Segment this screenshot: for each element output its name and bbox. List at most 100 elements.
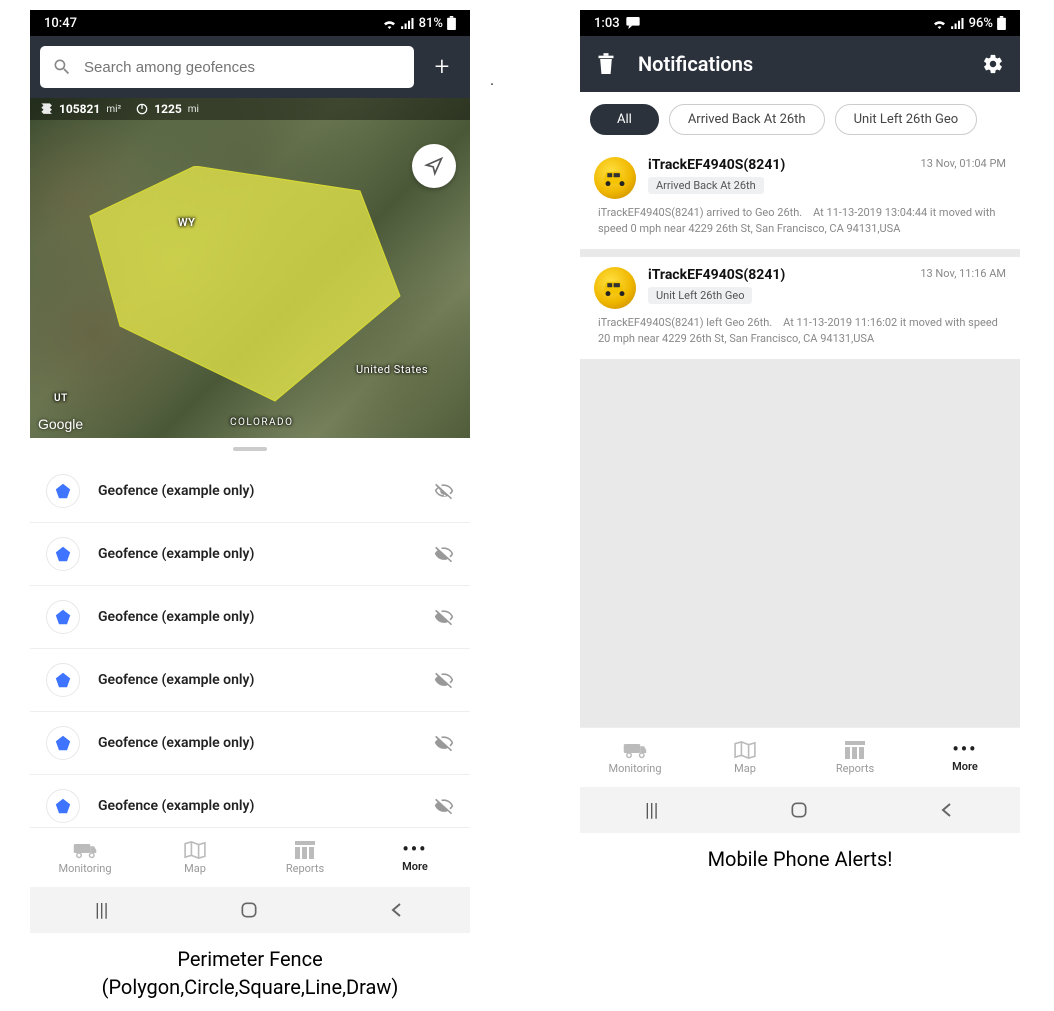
card-timestamp: 13 Nov, 01:04 PM — [921, 157, 1006, 199]
notifications-header: Notifications — [580, 36, 1020, 92]
nav-map[interactable]: Map — [140, 828, 250, 887]
location-arrow-icon — [424, 156, 444, 176]
google-attribution: Google — [38, 416, 83, 432]
pentagon-icon — [46, 537, 80, 571]
battery-icon — [997, 16, 1006, 30]
wifi-icon — [382, 18, 397, 29]
card-tag: Arrived Back At 26th — [648, 177, 764, 194]
geofence-label: Geofence (example only) — [98, 735, 416, 751]
nav-more[interactable]: ••• More — [910, 728, 1020, 787]
nav-reports[interactable]: Reports — [250, 828, 360, 887]
battery-icon — [447, 16, 456, 30]
visibility-off-icon[interactable] — [434, 670, 454, 690]
system-nav: ||| — [580, 787, 1020, 833]
nav-map[interactable]: Map — [690, 728, 800, 787]
visibility-off-icon[interactable] — [434, 544, 454, 564]
map-label-wy: WY — [178, 216, 195, 229]
geofence-list-item[interactable]: Geofence (example only) — [30, 649, 470, 712]
status-time: 10:47 — [44, 16, 77, 31]
van-icon — [73, 841, 97, 859]
geofence-list-item[interactable]: Geofence (example only) — [30, 775, 470, 827]
recents-button[interactable]: ||| — [645, 800, 658, 821]
bottom-nav: Monitoring Map Reports ••• More — [30, 827, 470, 887]
notification-card[interactable]: iTrackEF4940S(8241) Arrived Back At 26th… — [580, 147, 1020, 249]
drag-handle[interactable] — [30, 438, 470, 460]
settings-icon[interactable] — [982, 53, 1004, 75]
visibility-off-icon[interactable] — [434, 733, 454, 753]
locate-me-button[interactable] — [412, 144, 456, 188]
visibility-off-icon[interactable] — [434, 796, 454, 816]
geofence-list-item[interactable]: Geofence (example only) — [30, 523, 470, 586]
separator-dot: . — [490, 70, 494, 89]
system-nav: ||| — [30, 887, 470, 933]
pentagon-icon — [46, 789, 80, 823]
map-icon — [734, 741, 756, 759]
status-battery: 81% — [419, 16, 443, 31]
geofence-polygon[interactable] — [80, 166, 410, 416]
nav-more[interactable]: ••• More — [360, 828, 470, 887]
trash-icon[interactable] — [596, 53, 616, 75]
chat-icon — [626, 17, 640, 29]
geofence-label: Geofence (example only) — [98, 483, 416, 499]
page-title: Notifications — [638, 52, 960, 76]
geofence-label: Geofence (example only) — [98, 798, 416, 814]
perimeter-icon — [135, 102, 149, 116]
pentagon-icon — [46, 663, 80, 697]
filter-chips: All Arrived Back At 26th Unit Left 26th … — [580, 92, 1020, 147]
back-button[interactable] — [939, 802, 955, 818]
visibility-off-icon[interactable] — [434, 481, 454, 501]
more-icon: ••• — [952, 743, 977, 757]
map-icon — [184, 841, 206, 859]
map-label-us: United States — [356, 363, 428, 376]
bottom-nav: Monitoring Map Reports ••• More — [580, 727, 1020, 787]
nav-reports[interactable]: Reports — [800, 728, 910, 787]
add-geofence-button[interactable]: + — [424, 46, 460, 88]
more-icon: ••• — [402, 843, 427, 857]
status-bar: 10:47 81% — [30, 10, 470, 36]
reports-icon — [845, 741, 865, 759]
map-label-ut: UT — [54, 393, 68, 404]
status-battery: 96% — [969, 16, 993, 31]
map-stats-overlay: 105821mi² 1225mi — [30, 98, 470, 120]
chip-left[interactable]: Unit Left 26th Geo — [835, 104, 978, 135]
search-icon — [52, 57, 72, 77]
search-input[interactable] — [82, 58, 402, 77]
home-button[interactable] — [789, 800, 809, 820]
search-box[interactable] — [40, 46, 414, 88]
recents-button[interactable]: ||| — [95, 900, 108, 921]
status-bar: 1:03 96% — [580, 10, 1020, 36]
signal-icon — [951, 18, 965, 29]
chip-arrived[interactable]: Arrived Back At 26th — [669, 104, 825, 135]
notification-card[interactable]: iTrackEF4940S(8241) Unit Left 26th Geo 1… — [580, 257, 1020, 359]
pentagon-icon — [46, 600, 80, 634]
map-view[interactable]: 105821mi² 1225mi WY UT COLORADO United S… — [30, 98, 470, 438]
visibility-off-icon[interactable] — [434, 607, 454, 627]
van-icon — [623, 741, 647, 759]
geofence-list-item[interactable]: Geofence (example only) — [30, 712, 470, 775]
caption-right: Mobile Phone Alerts! — [580, 845, 1020, 873]
reports-icon — [295, 841, 315, 859]
geofence-list-item[interactable]: Geofence (example only) — [30, 460, 470, 523]
geofence-label: Geofence (example only) — [98, 546, 416, 562]
vehicle-avatar — [594, 267, 636, 309]
area-icon — [40, 102, 54, 116]
card-title: iTrackEF4940S(8241) — [648, 157, 909, 173]
home-button[interactable] — [239, 900, 259, 920]
pentagon-icon — [46, 726, 80, 760]
notification-list: iTrackEF4940S(8241) Arrived Back At 26th… — [580, 147, 1020, 727]
card-title: iTrackEF4940S(8241) — [648, 267, 908, 283]
back-button[interactable] — [389, 902, 405, 918]
map-label-colorado: COLORADO — [230, 417, 293, 428]
signal-icon — [401, 18, 415, 29]
wifi-icon — [932, 18, 947, 29]
nav-monitoring[interactable]: Monitoring — [30, 828, 140, 887]
card-timestamp: 13 Nov, 11:16 AM — [920, 267, 1006, 309]
card-body: iTrackEF4940S(8241) arrived to Geo 26th.… — [594, 205, 1006, 237]
card-tag: Unit Left 26th Geo — [648, 287, 752, 304]
card-body: iTrackEF4940S(8241) left Geo 26th. At 11… — [594, 315, 1006, 347]
vehicle-avatar — [594, 157, 636, 199]
geofence-header: + — [30, 36, 470, 98]
geofence-list-item[interactable]: Geofence (example only) — [30, 586, 470, 649]
chip-all[interactable]: All — [590, 104, 659, 135]
nav-monitoring[interactable]: Monitoring — [580, 728, 690, 787]
